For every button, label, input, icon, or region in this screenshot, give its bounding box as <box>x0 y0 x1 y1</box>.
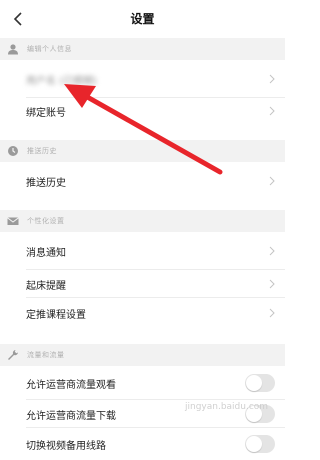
section-header-profile: 编辑个人信息 <box>0 38 285 60</box>
bind-account-row[interactable]: 绑定账号 <box>0 98 285 124</box>
allow-download-label: 允许运营商流量下载 <box>26 410 116 422</box>
wake-reminder-label: 起床提醒 <box>26 280 66 292</box>
course-push-label: 定推课程设置 <box>26 309 86 321</box>
section-header-history: 推送历史 <box>0 140 285 162</box>
wake-reminder-row[interactable]: 起床提醒 <box>0 270 285 298</box>
push-history-label: 推送历史 <box>26 177 66 189</box>
toggle-knob <box>246 375 262 391</box>
profile-row[interactable]: 用户名 (已模糊) <box>0 60 285 98</box>
user-icon <box>7 43 19 55</box>
top-bar: 设置 <box>0 0 285 39</box>
allow-watch-label: 允许运营商流量观看 <box>26 379 116 391</box>
chevron-right-icon <box>269 106 275 116</box>
section-label: 流量和流量 <box>27 351 65 359</box>
page-title: 设置 <box>130 12 155 26</box>
section-label: 推送历史 <box>27 147 57 155</box>
switch-line-label: 切换视频备用线路 <box>26 440 106 452</box>
section-header-traffic: 流量和流量 <box>0 344 285 366</box>
profile-name-blurred: 用户名 (已模糊) <box>26 75 97 87</box>
wrench-icon <box>7 349 19 361</box>
chevron-right-icon <box>269 176 275 186</box>
clock-icon <box>7 145 19 157</box>
switch-line-row: 切换视频备用线路 <box>0 428 285 460</box>
push-history-row[interactable]: 推送历史 <box>0 162 285 200</box>
toggle-knob <box>246 436 262 452</box>
mail-icon <box>7 215 19 227</box>
section-header-personalize: 个性化设置 <box>0 210 285 232</box>
watermark: jingyan.baidu.com <box>185 402 269 412</box>
chevron-right-icon <box>269 74 275 84</box>
section-label: 编辑个人信息 <box>27 45 72 53</box>
switch-line-toggle[interactable] <box>245 435 275 453</box>
allow-watch-toggle[interactable] <box>245 374 275 392</box>
chevron-right-icon <box>269 308 275 318</box>
chevron-right-icon <box>269 279 275 289</box>
allow-watch-row: 允许运营商流量观看 <box>0 366 285 400</box>
notifications-label: 消息通知 <box>26 247 66 259</box>
section-label: 个性化设置 <box>27 217 65 225</box>
notifications-row[interactable]: 消息通知 <box>0 232 285 270</box>
bind-account-label: 绑定账号 <box>26 107 66 119</box>
course-push-row[interactable]: 定推课程设置 <box>0 298 285 328</box>
chevron-right-icon <box>269 246 275 256</box>
